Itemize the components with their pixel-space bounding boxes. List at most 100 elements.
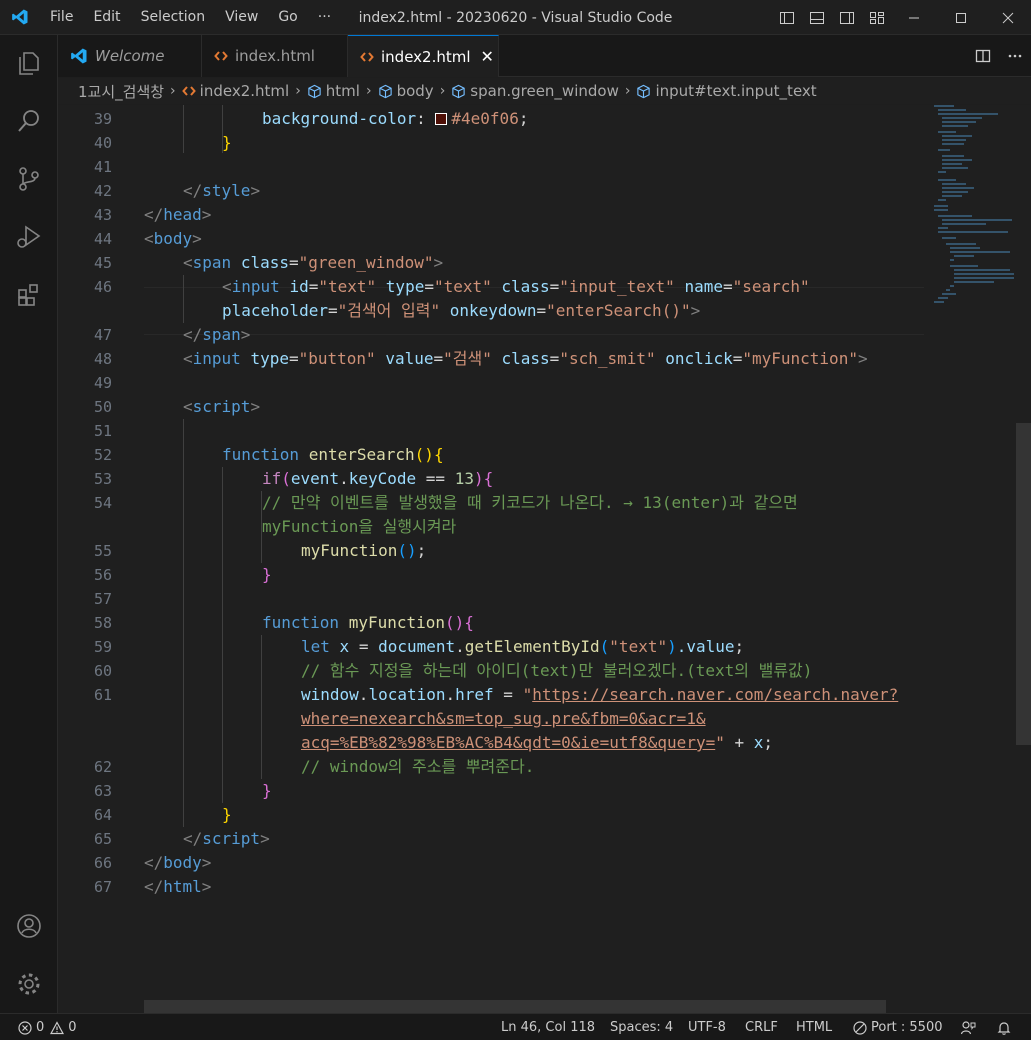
code-line-46: <input id="text" type="text" class="inpu… <box>222 277 810 296</box>
breadcrumb-file[interactable]: index2.html <box>181 82 290 100</box>
menu-go[interactable]: Go <box>268 0 307 35</box>
toggle-panel-icon[interactable] <box>802 0 832 35</box>
element-cube-icon <box>636 84 651 99</box>
live-server-port[interactable]: Port : 5500 <box>853 1014 943 1040</box>
menu-selection[interactable]: Selection <box>131 0 216 35</box>
line-number: 49 <box>93 374 112 392</box>
code-line-50: <script> <box>183 397 261 416</box>
code-line-62: // window의 주소를 뿌려준다. <box>301 757 535 776</box>
code-editor[interactable]: 39 40 41 42 43 44 45 46 47 48 49 50 51 5… <box>58 105 1031 1013</box>
line-number: 52 <box>93 446 112 464</box>
line-number: 39 <box>93 110 112 128</box>
code-line-47: </span> <box>183 325 251 344</box>
close-window-icon[interactable] <box>984 0 1031 35</box>
search-icon[interactable] <box>0 97 58 145</box>
url-link[interactable]: acq=%EB%82%98%EB%AC%B4&qdt=0&ie=utf8&que… <box>301 733 715 752</box>
tab-label: index2.html <box>381 47 471 66</box>
menu-edit[interactable]: Edit <box>83 0 130 35</box>
layout-controls <box>772 0 892 35</box>
code-line-61-wrap2: acq=%EB%82%98%EB%AC%B4&qdt=0&ie=utf8&que… <box>301 733 774 752</box>
more-actions-icon[interactable] <box>999 35 1031 77</box>
line-number: 60 <box>93 662 112 680</box>
status-bar: 0 0 Ln 46, Col 118 Spaces: 4 UTF-8 CRLF … <box>0 1013 1031 1040</box>
line-number: 53 <box>93 470 112 488</box>
minimize-icon[interactable] <box>890 0 937 35</box>
breadcrumb-input-label: input#text.input_text <box>655 82 817 100</box>
notifications-bell-icon[interactable] <box>996 1014 1012 1040</box>
breadcrumb-input[interactable]: input#text.input_text <box>636 82 817 100</box>
indentation[interactable]: Spaces: 4 <box>610 1014 673 1040</box>
code-line-58: function myFunction(){ <box>262 613 474 632</box>
breadcrumb-span[interactable]: span.green_window <box>451 82 619 100</box>
run-and-debug-icon[interactable] <box>0 213 58 261</box>
html-icon <box>181 84 196 98</box>
line-number: 50 <box>93 398 112 416</box>
feedback-icon[interactable] <box>960 1014 976 1040</box>
breadcrumb-folder[interactable]: 1교시_검색창 <box>78 81 164 102</box>
line-number: 51 <box>93 422 112 440</box>
cursor-position[interactable]: Ln 46, Col 118 <box>501 1014 595 1040</box>
line-number: 44 <box>93 230 112 248</box>
code-line-54: // 만약 이벤트를 발생했을 때 키코드가 나온다. → 13(enter)과… <box>262 493 798 512</box>
tab-index2-html[interactable]: index2.html ✕ <box>348 35 499 77</box>
problems-indicator[interactable]: 0 0 <box>18 1014 77 1040</box>
menu-more[interactable]: ··· <box>308 0 341 35</box>
breadcrumb-html-label: html <box>325 82 360 100</box>
url-link[interactable]: https://search.naver.com/search.naver? <box>532 685 898 704</box>
code-line-60: // 함수 지정을 하는데 아이디(text)만 불러오겠다.(text의 밸류… <box>301 661 813 680</box>
chevron-right-icon: › <box>295 83 301 99</box>
encoding[interactable]: UTF-8 <box>688 1014 726 1040</box>
source-control-icon[interactable] <box>0 155 58 203</box>
menu-view[interactable]: View <box>215 0 268 35</box>
split-editor-icon[interactable] <box>967 35 999 77</box>
tab-index-html[interactable]: index.html <box>202 35 348 77</box>
error-icon <box>18 1020 32 1035</box>
window-controls <box>890 0 1031 35</box>
chevron-right-icon: › <box>170 83 176 99</box>
port-label: Port : 5500 <box>871 1020 943 1035</box>
code-line-64: } <box>222 805 232 824</box>
code-line-39: background-color: #4e0f06; <box>262 109 529 128</box>
explorer-icon[interactable] <box>0 39 58 87</box>
language-mode[interactable]: HTML <box>796 1014 832 1040</box>
manage-gear-icon[interactable] <box>0 960 58 1008</box>
line-number: 59 <box>93 638 112 656</box>
customize-layout-icon[interactable] <box>862 0 892 35</box>
end-of-line[interactable]: CRLF <box>745 1014 778 1040</box>
menu-file[interactable]: File <box>40 0 83 35</box>
indent-guide <box>183 419 184 827</box>
minimap[interactable] <box>924 105 1016 1013</box>
activity-bar <box>0 35 58 1013</box>
code-line-52: function enterSearch(){ <box>222 445 444 464</box>
code-line-63: } <box>262 781 272 800</box>
code-line-54-wrap: myFunction을 실행시켜라 <box>262 517 457 536</box>
line-number: 64 <box>93 806 112 824</box>
breadcrumb-html[interactable]: html <box>307 82 360 100</box>
url-link[interactable]: where=nexearch&sm=top_sug.pre&fbm=0&acr=… <box>301 709 706 728</box>
vertical-scrollbar-thumb[interactable] <box>1016 423 1031 745</box>
close-tab-icon[interactable]: ✕ <box>481 47 494 66</box>
horizontal-scrollbar-thumb[interactable] <box>144 1000 886 1013</box>
html-icon <box>214 49 228 63</box>
code-line-44: <body> <box>144 229 202 248</box>
toggle-secondary-sidebar-icon[interactable] <box>832 0 862 35</box>
tab-welcome[interactable]: Welcome <box>58 35 202 77</box>
code-line-59: let x = document.getElementById("text").… <box>301 637 745 656</box>
code-area[interactable]: background-color: #4e0f06; } </style> </… <box>144 105 924 1013</box>
line-number: 48 <box>93 350 112 368</box>
line-number-gutter: 39 40 41 42 43 44 45 46 47 48 49 50 51 5… <box>58 105 134 1013</box>
extensions-icon[interactable] <box>0 271 58 319</box>
code-line-48: <input type="button" value="검색" class="s… <box>183 349 868 368</box>
vscode-logo-icon <box>0 0 40 35</box>
indent-guide <box>261 635 262 779</box>
maximize-icon[interactable] <box>937 0 984 35</box>
code-line-43: </head> <box>144 205 212 224</box>
breadcrumb-body[interactable]: body <box>378 82 434 100</box>
breadcrumb-file-label: index2.html <box>199 82 290 100</box>
toggle-primary-sidebar-icon[interactable] <box>772 0 802 35</box>
color-swatch[interactable] <box>435 113 448 125</box>
tab-label: index.html <box>235 47 315 65</box>
code-line-61: window.location.href = "https://search.n… <box>301 685 899 704</box>
line-number: 65 <box>93 830 112 848</box>
accounts-icon[interactable] <box>0 902 58 950</box>
